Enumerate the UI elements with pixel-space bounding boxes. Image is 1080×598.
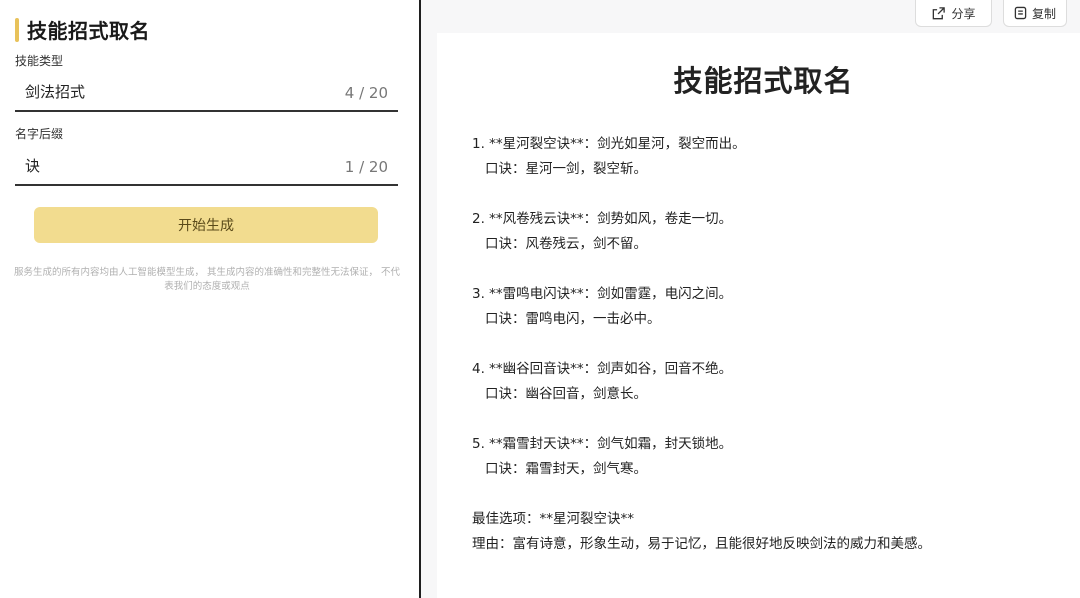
form-panel: 技能招式取名 技能类型 4 / 20 名字后缀 1 / 20 开始生成 服务生成…	[0, 0, 419, 598]
result-item: 3. **雷鸣电闪诀**：剑如雷霆，电闪之间。 口诀：雷鸣电闪，一击必中。	[472, 282, 1062, 332]
panel-gap	[421, 0, 437, 598]
result-item: 4. **幽谷回音诀**：剑声如谷，回音不绝。 口诀：幽谷回音，剑意长。	[472, 357, 1062, 407]
share-button[interactable]: 分享	[915, 0, 992, 27]
result-item-name: 3. **雷鸣电闪诀**：剑如雷霆，电闪之间。	[472, 286, 733, 302]
result-item-name: 5. **霜雪封天诀**：剑气如霜，封天锁地。	[472, 436, 733, 452]
result-item: 1. **星河裂空诀**：剑光如星河，裂空而出。 口诀：星河一剑，裂空斩。	[472, 132, 1062, 182]
suffix-count: 1 / 20	[344, 158, 388, 176]
suffix-input[interactable]	[25, 156, 325, 174]
title-accent-bar	[15, 17, 19, 42]
result-item-chant: 口诀：雷鸣电闪，一击必中。	[485, 311, 661, 327]
result-item-chant: 口诀：星河一剑，裂空斩。	[485, 161, 647, 177]
suffix-field: 1 / 20	[15, 150, 398, 186]
result-panel: 分享 复制 技能招式取名 1. **星河裂空诀**：剑光如星河，裂空而出。 口诀…	[437, 0, 1080, 598]
result-item: 5. **霜雪封天诀**：剑气如霜，封天锁地。 口诀：霜雪封天，剑气寒。	[472, 432, 1062, 482]
app-title-row: 技能招式取名	[15, 15, 150, 44]
result-item-chant: 口诀：霜雪封天，剑气寒。	[485, 461, 647, 477]
app-title: 技能招式取名	[27, 19, 150, 43]
skill-type-field: 4 / 20	[15, 76, 398, 112]
share-label: 分享	[951, 6, 976, 21]
skill-type-input[interactable]	[25, 82, 325, 100]
result-summary: 最佳选项：**星河裂空诀** 理由：富有诗意，形象生动，易于记忆，且能很好地反映…	[472, 507, 1062, 557]
generate-button[interactable]: 开始生成	[34, 207, 378, 243]
skill-type-label: 技能类型	[15, 54, 64, 68]
copy-label: 复制	[1031, 6, 1056, 21]
best-option: 最佳选项：**星河裂空诀**	[472, 511, 634, 527]
suffix-label: 名字后缀	[15, 127, 64, 141]
share-icon	[931, 6, 946, 21]
copy-button[interactable]: 复制	[1003, 0, 1067, 27]
result-item-name: 4. **幽谷回音诀**：剑声如谷，回音不绝。	[472, 361, 733, 377]
result-item-name: 2. **风卷残云诀**：剑势如风，卷走一切。	[472, 211, 733, 227]
skill-type-count: 4 / 20	[344, 84, 388, 102]
result-toolbar: 分享 复制	[437, 0, 1080, 33]
reason-text: 理由：富有诗意，形象生动，易于记忆，且能很好地反映剑法的威力和美感。	[472, 536, 931, 552]
result-item-chant: 口诀：幽谷回音，剑意长。	[485, 386, 647, 402]
result-item-chant: 口诀：风卷残云，剑不留。	[485, 236, 647, 252]
result-title: 技能招式取名	[673, 64, 854, 98]
copy-icon	[1014, 6, 1027, 20]
disclaimer-text: 服务生成的所有内容均由人工智能模型生成， 其生成内容的准确性和完整性无法保证， …	[13, 267, 401, 292]
result-content: 1. **星河裂空诀**：剑光如星河，裂空而出。 口诀：星河一剑，裂空斩。 2.…	[472, 132, 1062, 557]
result-item-name: 1. **星河裂空诀**：剑光如星河，裂空而出。	[472, 136, 746, 152]
result-item: 2. **风卷残云诀**：剑势如风，卷走一切。 口诀：风卷残云，剑不留。	[472, 207, 1062, 257]
